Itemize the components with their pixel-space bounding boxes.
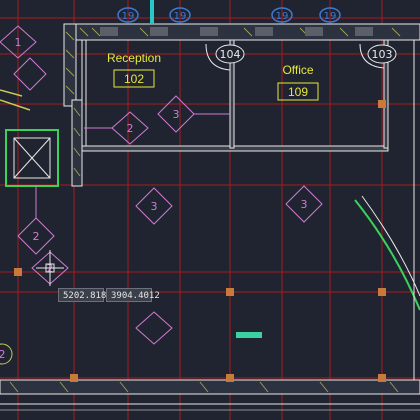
section-marker-label: 1 (15, 36, 22, 49)
section-marker-label: 2 (127, 122, 134, 135)
section-marker-label: 3 (301, 198, 308, 211)
top-marker (150, 0, 154, 24)
section-marker-label: 2 (0, 348, 6, 361)
door-tag-label: 104 (220, 48, 241, 61)
section-marker-label: 3 (151, 200, 158, 213)
grid-bubble-label: 19 (324, 11, 337, 22)
cursor-y-coordinate: 3904.4012 (106, 288, 160, 302)
room-name: Reception (107, 51, 161, 65)
top-exterior-wall (73, 23, 420, 41)
canvas-background (0, 0, 420, 420)
grid-bubble-label: 19 (122, 11, 135, 22)
elevator-shaft (5, 129, 59, 187)
section-marker-label: 3 (173, 108, 180, 121)
cad-drawing-canvas[interactable]: 19 19 19 19 104 103 Reception 102 Office… (0, 0, 420, 420)
door-tag-label: 103 (372, 48, 393, 61)
cursor-x-coordinate: 5202.8189 (58, 288, 112, 302)
grid-bubble-label: 19 (174, 11, 187, 22)
room-name: Office (282, 63, 313, 77)
grid-bubble-label: 19 (276, 11, 289, 22)
room-number: 109 (288, 85, 308, 99)
section-marker-label: 2 (33, 230, 40, 243)
room-number: 102 (124, 72, 144, 86)
green-marker (236, 332, 262, 338)
